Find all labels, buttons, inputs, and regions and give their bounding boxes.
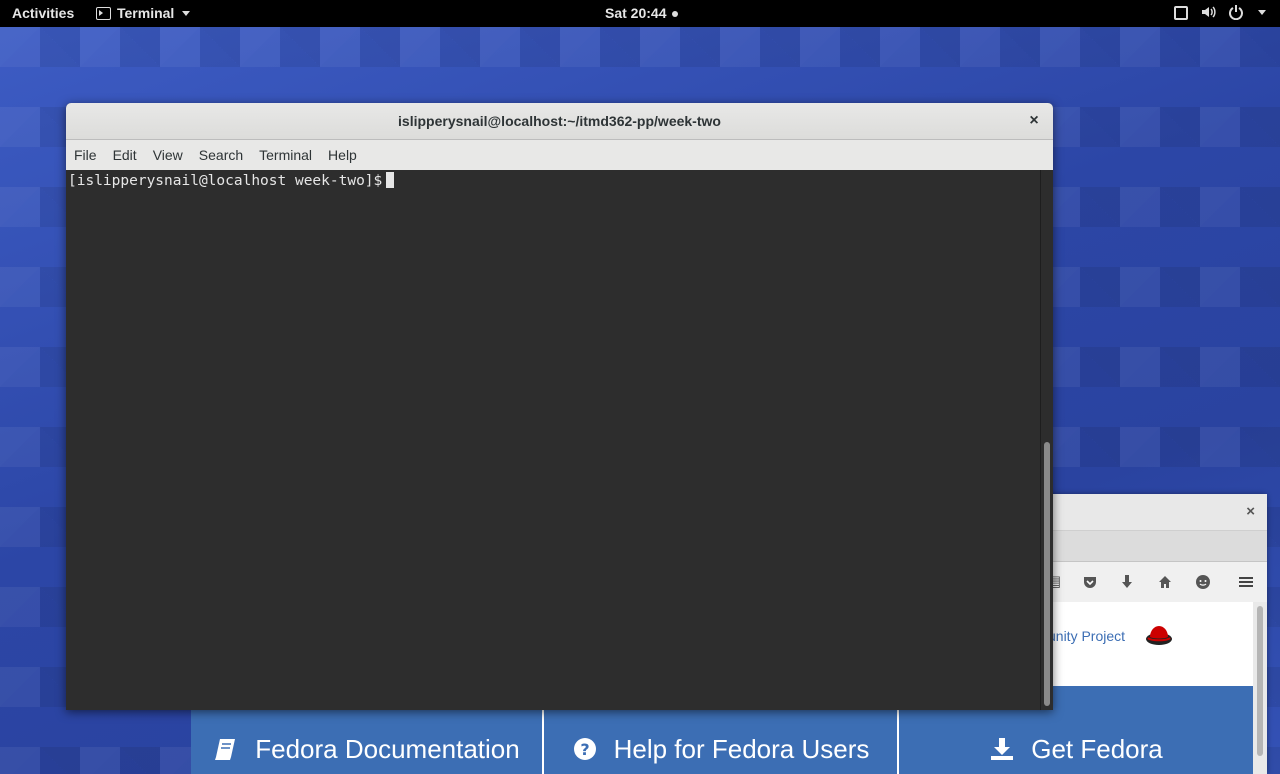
pocket-icon[interactable] [1082, 574, 1098, 590]
svg-text:?: ? [580, 740, 589, 759]
terminal-app-icon [96, 6, 111, 20]
menu-file[interactable]: File [74, 147, 104, 163]
shell-prompt: [islipperysnail@localhost week-two]$ [68, 173, 383, 189]
download-icon[interactable] [1119, 574, 1135, 590]
hello-icon[interactable] [1195, 574, 1211, 590]
menu-terminal[interactable]: Terminal [259, 147, 319, 163]
chevron-down-icon [182, 10, 191, 16]
question-icon: ? [572, 736, 598, 762]
terminal-titlebar[interactable]: islipperysnail@localhost:~/itmd362-pp/we… [66, 103, 1053, 140]
terminal-scrollbar[interactable] [1040, 170, 1053, 710]
terminal-window[interactable]: islipperysnail@localhost:~/itmd362-pp/we… [66, 103, 1053, 710]
window-icon[interactable] [1174, 5, 1188, 20]
menu-icon[interactable] [1238, 574, 1254, 590]
download-icon [989, 736, 1015, 762]
clock-label: Sat 20:44 [605, 5, 667, 21]
firefox-titlebar[interactable]: × [1040, 494, 1267, 531]
power-icon[interactable] [1228, 4, 1244, 20]
text-cursor [386, 172, 395, 188]
activities-button[interactable]: Activities [12, 5, 74, 21]
close-icon[interactable]: × [1025, 103, 1043, 139]
menu-search[interactable]: Search [199, 147, 250, 163]
fedora-documentation-label: Fedora Documentation [255, 733, 520, 764]
menu-help[interactable]: Help [328, 147, 364, 163]
chevron-down-icon[interactable] [1258, 9, 1266, 15]
notification-dot-icon [672, 11, 679, 18]
volume-icon[interactable] [1200, 4, 1216, 20]
scrollbar-thumb[interactable] [1044, 442, 1050, 706]
menu-edit[interactable]: Edit [113, 147, 144, 163]
firefox-toolbar: ▤ [1040, 562, 1267, 603]
close-icon[interactable]: × [1246, 503, 1255, 520]
help-for-fedora-users-label: Help for Fedora Users [613, 733, 870, 764]
firefox-tabbar[interactable] [1040, 531, 1267, 562]
app-menu[interactable]: Terminal [96, 5, 191, 21]
window-title: islipperysnail@localhost:~/itmd362-pp/we… [398, 113, 721, 129]
get-fedora-label: Get Fedora [1031, 733, 1163, 764]
app-menu-label: Terminal [117, 5, 175, 21]
firefox-scrollbar[interactable] [1253, 602, 1267, 774]
redhat-logo-icon [1145, 623, 1173, 652]
menu-view[interactable]: View [153, 147, 190, 163]
terminal-console[interactable]: [islipperysnail@localhost week-two]$ [66, 170, 1041, 710]
top-bar: Activities Terminal Sat 20:44 [0, 0, 1280, 27]
home-icon[interactable] [1157, 574, 1173, 590]
clock[interactable]: Sat 20:44 [605, 5, 679, 21]
terminal-menubar: File Edit View Search Terminal Help [66, 140, 1053, 171]
community-project-link[interactable]: unity Project [1048, 628, 1125, 644]
system-tray[interactable] [1174, 4, 1266, 20]
book-icon [213, 736, 239, 762]
